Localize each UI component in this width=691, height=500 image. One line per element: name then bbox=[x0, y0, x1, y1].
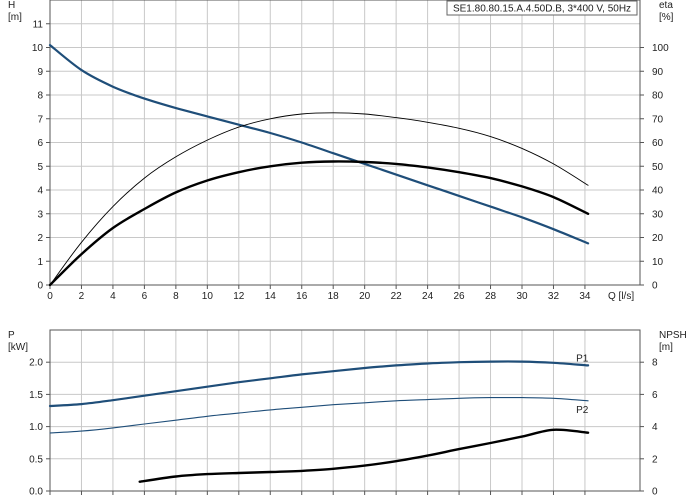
x-tick-label: 6 bbox=[142, 291, 148, 302]
y-axis-label-left: P bbox=[8, 330, 15, 341]
series-label-p1: P1 bbox=[576, 353, 589, 364]
y-tick-label-right: 10 bbox=[652, 257, 664, 268]
y-axis-label-right-unit: [%] bbox=[659, 12, 674, 23]
y-axis-label-left-unit: [m] bbox=[8, 12, 22, 23]
y-tick-label-left: 7 bbox=[37, 114, 43, 125]
y-axis-label-left-unit: [kW] bbox=[8, 342, 28, 353]
y-tick-label-right: 80 bbox=[652, 91, 664, 102]
y-tick-label-left: 0.5 bbox=[29, 454, 43, 465]
y-tick-label-right: 100 bbox=[652, 43, 669, 54]
x-tick-label: 18 bbox=[328, 291, 340, 302]
x-tick-label: 14 bbox=[265, 291, 277, 302]
y-tick-label-right: 2 bbox=[652, 454, 658, 465]
y-tick-label-right: 4 bbox=[652, 422, 658, 433]
y-axis-label-right: NPSH bbox=[659, 330, 687, 341]
head-efficiency-panel: 0123456789101101020304050607080901000 2 4 6… bbox=[8, 0, 674, 302]
y-tick-label-left: 1.5 bbox=[29, 390, 43, 401]
x-tick-label: 2 bbox=[79, 291, 85, 302]
series-line-curve-3 bbox=[49, 112, 589, 286]
x-tick-label: 22 bbox=[391, 291, 403, 302]
y-axis-label-right: eta bbox=[659, 0, 673, 11]
y-tick-label-left: 8 bbox=[37, 91, 43, 102]
x-tick-label: 26 bbox=[454, 291, 466, 302]
y-tick-label-left: 4 bbox=[37, 186, 43, 197]
x-tick-label: 0 bbox=[47, 291, 53, 302]
y-tick-label-left: 0.0 bbox=[29, 487, 43, 498]
y-tick-label-right: 0 bbox=[652, 487, 658, 498]
x-tick-label: 10 bbox=[202, 291, 214, 302]
series-label-p2: P2 bbox=[576, 405, 589, 416]
x-tick-label: 32 bbox=[548, 291, 560, 302]
y-tick-label-left: 3 bbox=[37, 209, 43, 220]
x-tick-label: 24 bbox=[422, 291, 434, 302]
y-tick-label-left: 2.0 bbox=[29, 358, 43, 369]
x-tick-label: 28 bbox=[485, 291, 497, 302]
y-axis-label-right-unit: [m] bbox=[659, 342, 673, 353]
x-tick-label: 30 bbox=[516, 291, 528, 302]
series-line-p2 bbox=[49, 396, 589, 434]
x-tick-label: 20 bbox=[359, 291, 371, 302]
pump-performance-chart: 0123456789101101020304050607080901000 2 4 6… bbox=[8, 0, 687, 498]
y-axis-label-left: H bbox=[8, 0, 15, 11]
y-tick-label-left: 1 bbox=[37, 257, 43, 268]
x-tick-label: 16 bbox=[296, 291, 308, 302]
y-tick-label-left: 5 bbox=[37, 162, 43, 173]
x-tick-label: 8 bbox=[173, 291, 179, 302]
y-tick-label-right: 0 bbox=[652, 281, 658, 292]
y-tick-label-right: 20 bbox=[652, 233, 664, 244]
y-tick-label-right: 8 bbox=[652, 358, 658, 369]
y-tick-label-left: 1.0 bbox=[29, 422, 43, 433]
y-tick-label-right: 40 bbox=[652, 186, 664, 197]
y-tick-label-right: 50 bbox=[652, 162, 664, 173]
y-tick-label-right: 70 bbox=[652, 114, 664, 125]
y-tick-label-right: 60 bbox=[652, 138, 664, 149]
series-line-p1 bbox=[48, 360, 590, 408]
y-tick-label-left: 6 bbox=[37, 138, 43, 149]
x-tick-label: 4 bbox=[110, 291, 116, 302]
x-tick-label: 34 bbox=[579, 291, 591, 302]
y-tick-label-left: 11 bbox=[33, 19, 44, 30]
y-tick-label-left: 2 bbox=[37, 233, 43, 244]
y-tick-label-left: 9 bbox=[37, 67, 43, 78]
chart-title: SE1.80.80.15.A.4.50D.B, 3*400 V, 50Hz bbox=[453, 4, 631, 15]
y-tick-label-right: 90 bbox=[652, 67, 664, 78]
series-line-curve-2 bbox=[48, 160, 590, 287]
y-tick-label-left: 0 bbox=[37, 281, 43, 292]
y-tick-label-right: 30 bbox=[652, 209, 664, 220]
y-tick-label-left: 10 bbox=[32, 43, 44, 54]
x-axis-label: Q [l/s] bbox=[608, 291, 634, 302]
power-npsh-panel: 0.0 0.5 1.0 1.5 2.0 0 2 4 6 8 P[kW] NPSH[m] P1 P2 bbox=[8, 329, 687, 498]
x-tick-label: 12 bbox=[233, 291, 245, 302]
y-tick-label-right: 6 bbox=[652, 390, 658, 401]
